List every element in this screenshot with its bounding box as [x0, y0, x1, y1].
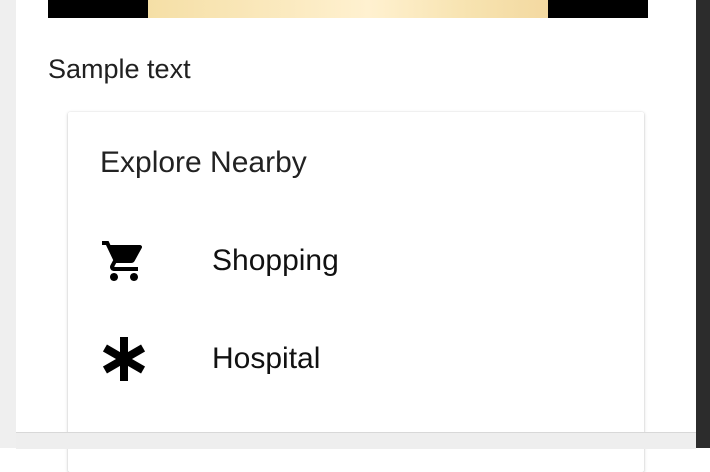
shopping-cart-icon	[100, 237, 148, 285]
bottom-bar	[16, 432, 696, 449]
list-item-label: Shopping	[212, 244, 339, 277]
sample-text: Sample text	[48, 54, 191, 84]
list-item-label: Hospital	[212, 342, 321, 375]
list-item-hospital[interactable]: Hospital	[68, 319, 644, 399]
right-edge-panel	[696, 0, 710, 448]
image-banner	[48, 0, 648, 18]
list-item-shopping[interactable]: Shopping	[68, 221, 644, 301]
card-title: Explore Nearby	[100, 146, 307, 179]
asterisk-icon	[100, 335, 148, 383]
explore-nearby-card: Explore Nearby Shopping Hospital	[68, 112, 644, 472]
banner-photo	[148, 0, 548, 18]
left-edge-panel	[0, 0, 16, 448]
